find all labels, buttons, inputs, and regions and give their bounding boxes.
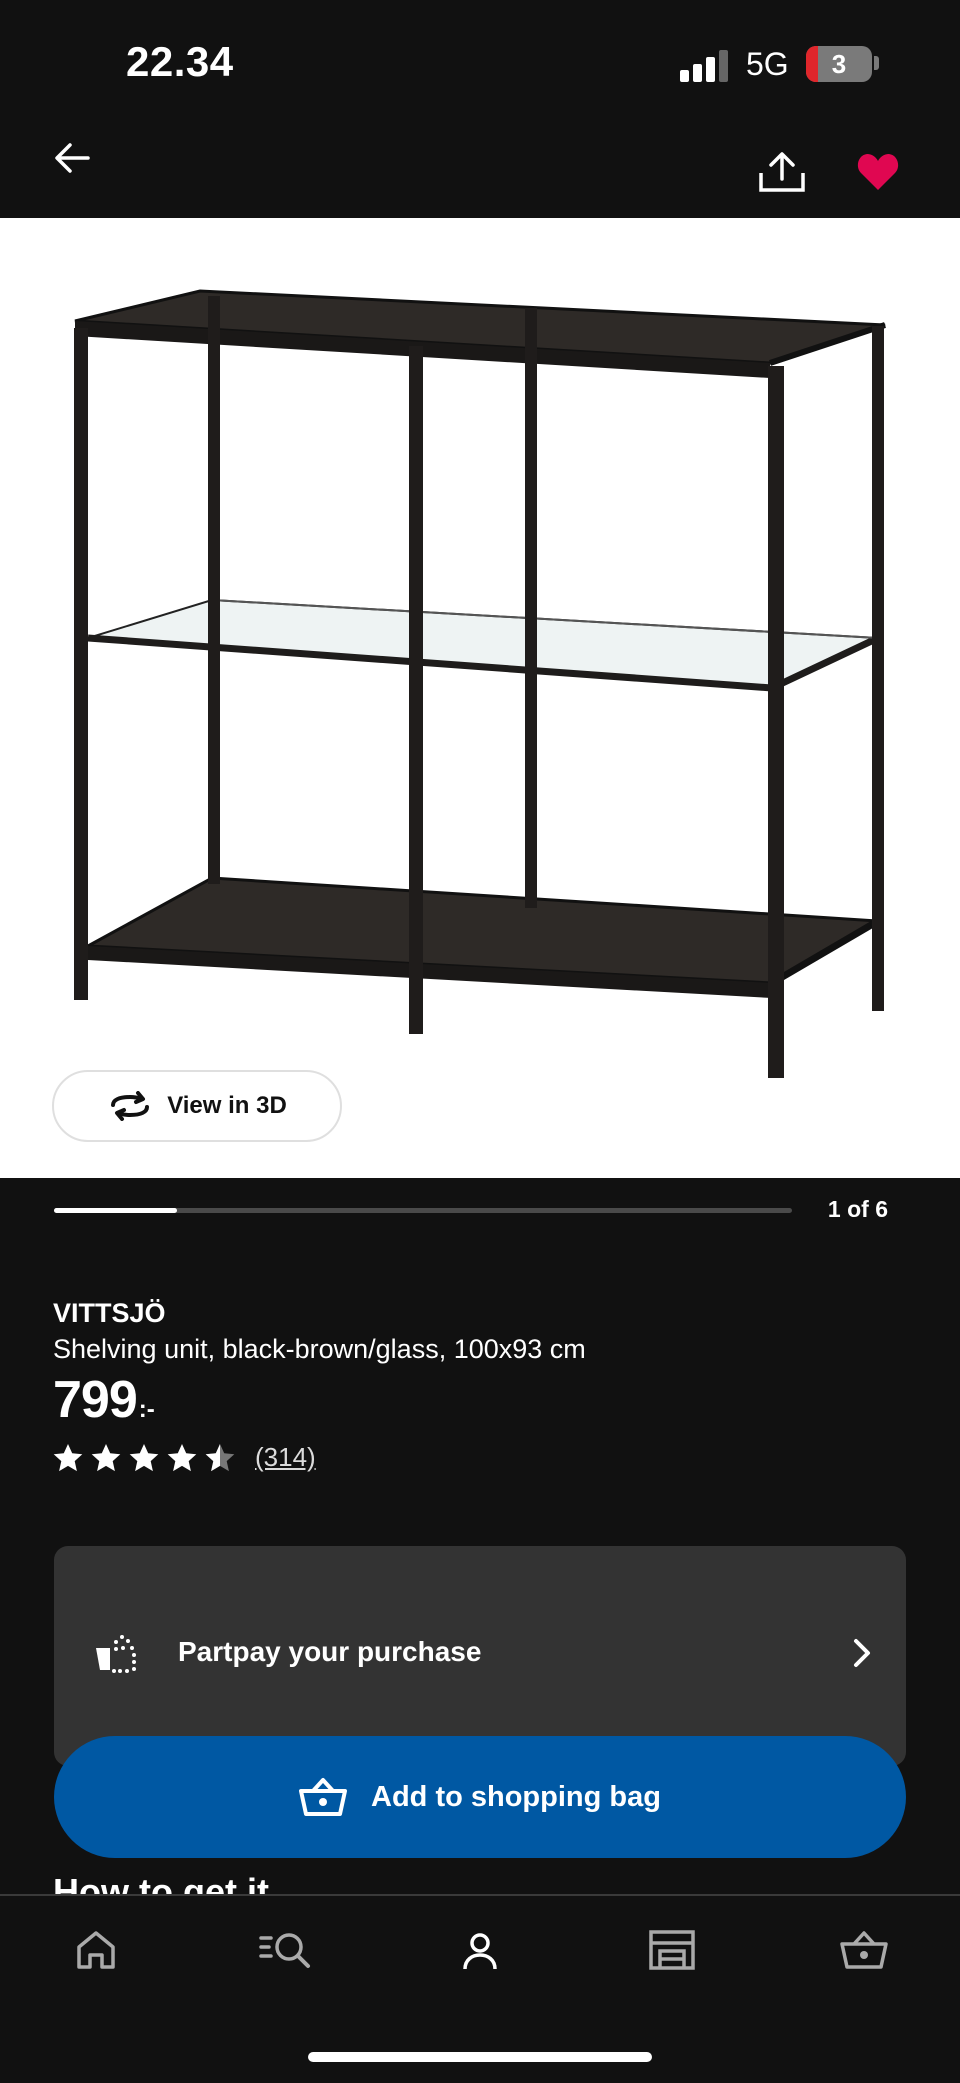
product-image[interactable] — [0, 218, 960, 1178]
carousel-progress-fill — [54, 1208, 177, 1213]
how-to-get-heading: How to get it — [53, 1871, 269, 1896]
basket-icon — [299, 1778, 348, 1816]
tab-basket[interactable] — [836, 1922, 892, 1978]
heart-filled-icon — [857, 154, 899, 190]
add-to-bag-button[interactable]: Add to shopping bag — [54, 1736, 906, 1858]
review-count[interactable]: (314) — [255, 1442, 316, 1473]
search-list-icon — [259, 1933, 310, 1968]
tab-search[interactable] — [258, 1922, 314, 1978]
view-in-3d-label: View in 3D — [167, 1092, 287, 1119]
profile-icon — [463, 1933, 497, 1970]
rating-stars[interactable]: (314) — [53, 1442, 316, 1473]
app-header — [0, 130, 960, 218]
star-icon — [53, 1443, 83, 1471]
home-indicator[interactable] — [308, 2052, 652, 2062]
tab-home[interactable] — [68, 1922, 124, 1978]
back-button[interactable] — [44, 130, 100, 186]
partpay-label: Partpay your purchase — [178, 1636, 482, 1667]
rotate-3d-icon — [111, 1091, 150, 1121]
status-time: 22.34 — [126, 38, 234, 85]
half-star-icon — [205, 1443, 235, 1471]
battery-level: 3 — [831, 49, 847, 79]
star-icon — [91, 1443, 121, 1471]
view-in-3d-button[interactable]: View in 3D — [52, 1070, 342, 1142]
home-icon — [77, 1931, 115, 1969]
tab-store[interactable] — [644, 1922, 700, 1978]
add-to-bag-label: Add to shopping bag — [371, 1780, 661, 1813]
product-description: Shelving unit, black-brown/glass, 100x93… — [53, 1334, 586, 1364]
arrow-left-icon — [55, 143, 90, 173]
price: 799 :- — [53, 1370, 155, 1430]
star-icon — [129, 1443, 159, 1471]
image-counter: 1 of 6 — [827, 1196, 888, 1222]
battery-tip — [874, 56, 879, 70]
product-name: VITTSJÖ — [53, 1298, 166, 1328]
tab-profile[interactable] — [452, 1922, 508, 1978]
share-upload-icon — [759, 152, 805, 192]
store-icon — [649, 1930, 695, 1970]
battery-icon: 3 — [806, 46, 872, 82]
share-button[interactable] — [752, 142, 812, 202]
basket-icon — [840, 1931, 888, 1969]
favorite-button[interactable] — [848, 142, 908, 202]
price-suffix: :- — [138, 1396, 155, 1423]
network-type: 5G — [746, 46, 789, 82]
partpay-icon — [96, 1635, 136, 1673]
chevron-right-icon — [854, 1639, 870, 1667]
price-value: 799 — [53, 1371, 138, 1429]
shelving-unit-image — [74, 289, 886, 1078]
signal-icon — [680, 50, 728, 82]
star-icon — [167, 1443, 197, 1471]
